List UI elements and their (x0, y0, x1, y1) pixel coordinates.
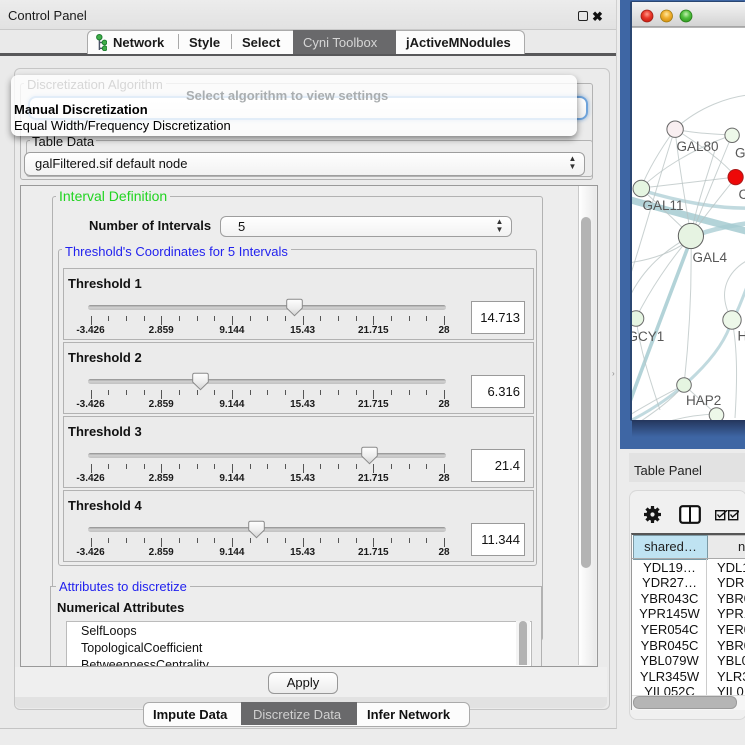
svg-text:GAL4: GAL4 (693, 250, 728, 265)
svg-text:G.: G. (735, 146, 745, 161)
svg-text:GAL11: GAL11 (643, 198, 684, 213)
svg-text:GCY1: GCY1 (628, 329, 665, 344)
svg-text:HAP2: HAP2 (686, 393, 721, 408)
svg-text:GAL80: GAL80 (677, 139, 719, 154)
svg-text:C: C (739, 187, 745, 202)
svg-text:H: H (738, 329, 745, 344)
